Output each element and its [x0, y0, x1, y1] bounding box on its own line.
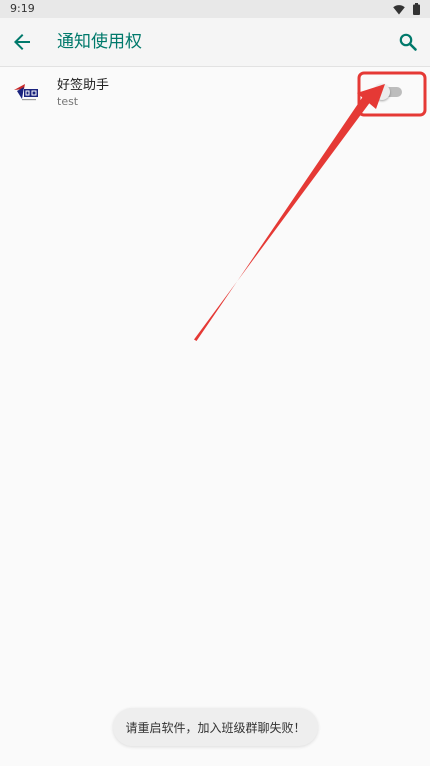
annotation-arrow: [194, 95, 371, 341]
haoqian-app-icon: [14, 84, 38, 101]
status-icons: [393, 3, 420, 15]
notification-access-toggle[interactable]: [374, 84, 404, 100]
notification-access-screen: 9:19 通知使用权 好签助手 test 请重启软件，加入班级群聊失败！: [0, 0, 430, 766]
app-name: 好签助手: [57, 78, 110, 93]
app-list-item[interactable]: 好签助手 test: [0, 67, 430, 117]
app-subtitle: test: [57, 95, 79, 108]
toggle-thumb: [374, 84, 390, 100]
toast-text: 请重启软件，加入班级群聊失败！: [125, 720, 306, 735]
arrow-back-icon[interactable]: [10, 30, 34, 54]
status-time: 9:19: [10, 2, 35, 15]
battery-icon: [413, 3, 420, 15]
toast-message: 请重启软件，加入班级群聊失败！: [113, 708, 318, 746]
status-bar: 9:19: [0, 0, 430, 18]
search-icon[interactable]: [396, 30, 420, 54]
page-title: 通知使用权: [57, 32, 142, 52]
wifi-icon: [393, 4, 405, 14]
app-bar: 通知使用权: [0, 18, 430, 67]
